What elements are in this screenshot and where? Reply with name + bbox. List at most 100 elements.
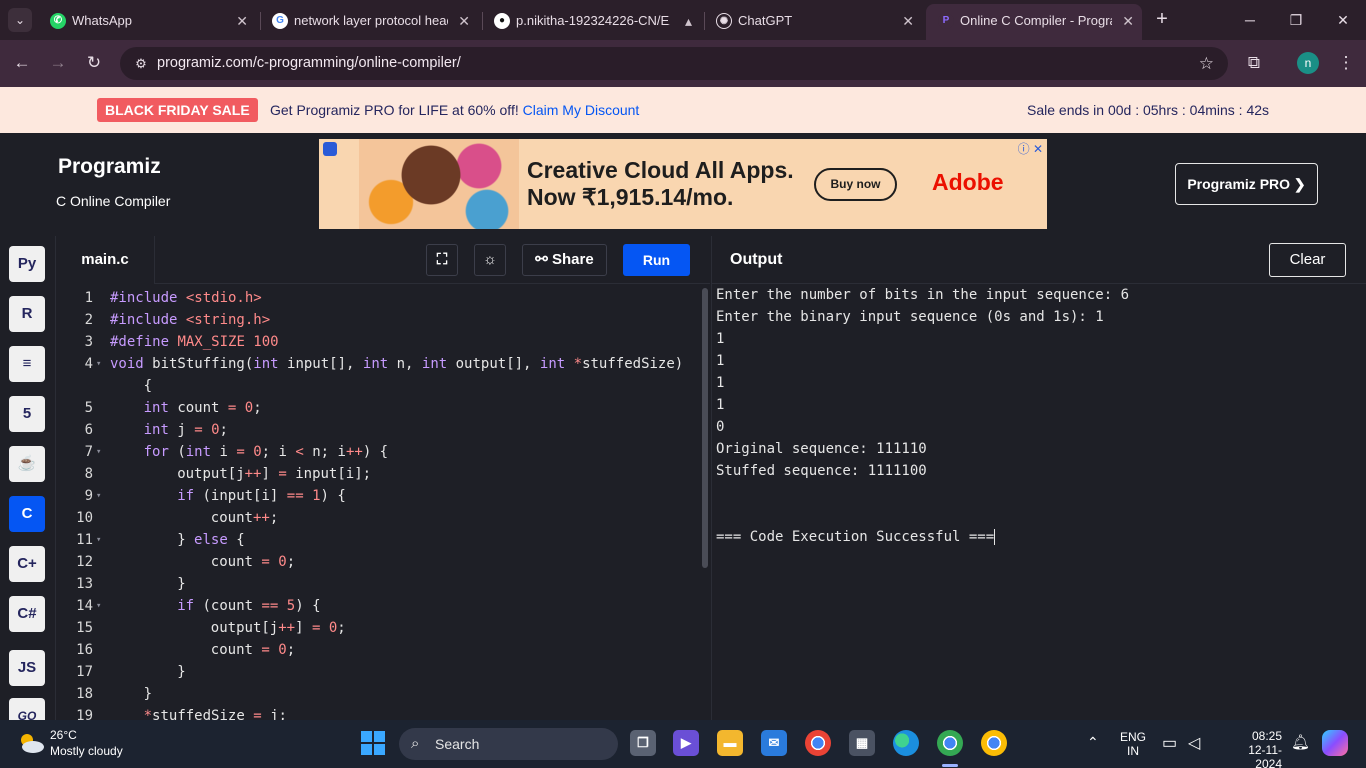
sql-icon[interactable]: ≡ — [9, 346, 45, 382]
taskbar-search[interactable]: ⌕ Search — [399, 728, 618, 760]
address-bar[interactable]: ⚙ programiz.com/c-programming/online-com… — [120, 47, 1228, 80]
pin-tab-icon[interactable]: ▴ — [685, 6, 692, 36]
mail-icon[interactable]: ✉ — [761, 730, 787, 756]
close-tab-icon[interactable]: ✕ — [236, 6, 248, 36]
code-editor-panel: main.c ⛶ ☼ ⚯ Share Run 1 #include <stdio.… — [56, 236, 710, 720]
page-title: C Online Compiler — [56, 193, 171, 209]
site-info-icon[interactable]: ⚙ — [132, 55, 150, 73]
programiz-logo[interactable]: Programiz — [58, 155, 161, 179]
editor-toolbar: main.c ⛶ ☼ ⚯ Share Run — [56, 236, 710, 284]
windows-start-icon[interactable] — [360, 730, 386, 756]
site-header: Programiz C Online Compiler Creative Clo… — [0, 133, 1366, 236]
ad-image — [359, 139, 519, 229]
line-number: 5 — [84, 400, 93, 416]
clear-button[interactable]: Clear — [1269, 243, 1346, 277]
c-icon[interactable]: C — [9, 496, 45, 532]
close-tab-icon[interactable]: ✕ — [458, 6, 470, 36]
line-number: 19 — [76, 708, 93, 720]
share-button[interactable]: ⚯ Share — [522, 244, 607, 276]
extensions-icon[interactable]: ⧉ — [1242, 51, 1266, 75]
forward-icon[interactable]: → — [46, 51, 70, 75]
back-icon[interactable]: ← — [10, 51, 34, 75]
chrome-icon[interactable] — [805, 730, 831, 756]
tab-search-button[interactable]: ⌄ — [8, 8, 32, 32]
text-cursor — [994, 529, 996, 545]
fullscreen-icon[interactable]: ⛶ — [426, 244, 458, 276]
weather-temperature[interactable]: 26°C — [50, 728, 77, 742]
code-text: for (int i = 0; i < n; i++) { — [143, 444, 389, 460]
task-view-icon[interactable]: ❐ — [630, 730, 656, 756]
line-number: 12 — [76, 554, 93, 570]
csharp-icon[interactable]: C# — [9, 596, 45, 632]
reload-icon[interactable]: ↻ — [82, 51, 106, 75]
javascript-icon[interactable]: JS — [9, 650, 45, 686]
tab-programiz[interactable]: P Online C Compiler - Programiz ✕ — [926, 4, 1142, 40]
line-number: 16 — [76, 642, 93, 658]
weather-description[interactable]: Mostly cloudy — [50, 744, 123, 758]
java-icon[interactable]: ☕ — [9, 446, 45, 482]
close-tab-icon[interactable]: ✕ — [1122, 4, 1134, 38]
line-number: 10 — [76, 510, 93, 526]
code-area[interactable]: 1 #include <stdio.h> 2 #include <string.h> 3… — [56, 284, 710, 720]
promo-banner: BLACK FRIDAY SALE Get Programiz PRO for … — [0, 87, 1366, 133]
line-number: 18 — [76, 686, 93, 702]
tab-whatsapp[interactable]: ✆ WhatsApp ✕ — [38, 6, 256, 36]
file-explorer-icon[interactable]: ▬ — [717, 730, 743, 756]
output-line: 1 — [716, 397, 725, 413]
new-tab-button[interactable]: + — [1150, 8, 1174, 32]
programiz-icon: P — [938, 13, 954, 29]
network-icon[interactable]: ▭ — [1162, 733, 1177, 753]
restore-button[interactable]: ❐ — [1273, 6, 1319, 34]
programiz-pro-button[interactable]: Programiz PRO ❯ — [1175, 163, 1318, 205]
file-tab-main-c[interactable]: main.c — [56, 236, 155, 284]
volume-icon[interactable]: ◁ — [1188, 733, 1200, 753]
teams-icon[interactable]: ▶ — [673, 730, 699, 756]
fold-arrow-icon[interactable]: ▾ — [96, 485, 101, 507]
bookmark-star-icon[interactable]: ☆ — [1199, 47, 1214, 80]
output-console[interactable]: Enter the number of bits in the input se… — [716, 284, 1129, 548]
code-text: } else { — [177, 532, 245, 548]
code-text: output[j++] = 0; — [210, 620, 346, 636]
windows-taskbar: 26°C Mostly cloudy ⌕ Search ❐ ▶ ▬ ✉ ▦ ⌃ … — [0, 720, 1366, 768]
fold-arrow-icon[interactable]: ▾ — [96, 441, 101, 463]
code-text: #define MAX_SIZE 100 — [110, 334, 279, 350]
python-icon[interactable]: Py — [9, 246, 45, 282]
theme-toggle-icon[interactable]: ☼ — [474, 244, 506, 276]
run-button[interactable]: Run — [623, 244, 690, 276]
r-icon[interactable]: R — [9, 296, 45, 332]
tab-network-layer[interactable]: G network layer protocol header ✕ — [260, 6, 478, 36]
html-icon[interactable]: 5 — [9, 396, 45, 432]
copilot-icon[interactable] — [1322, 730, 1348, 756]
edge-icon[interactable] — [893, 730, 919, 756]
language-indicator[interactable]: ENG IN — [1120, 730, 1146, 758]
ad-buy-now-button[interactable]: Buy now — [814, 168, 897, 201]
clock[interactable]: 08:25 12-11-2024 — [1222, 729, 1282, 768]
close-window-button[interactable]: ✕ — [1320, 6, 1366, 34]
fold-arrow-icon[interactable]: ▾ — [96, 353, 101, 375]
whatsapp-icon: ✆ — [50, 13, 66, 29]
claim-discount-link[interactable]: Claim My Discount — [523, 102, 640, 118]
cpp-icon[interactable]: C+ — [9, 546, 45, 582]
editor-scrollbar[interactable] — [702, 288, 708, 568]
search-icon: ⌕ — [411, 735, 420, 752]
microsoft-store-icon[interactable]: ▦ — [849, 730, 875, 756]
show-hidden-icons[interactable]: ⌃ — [1087, 734, 1099, 751]
tab-github[interactable]: ● p.nikitha-192324226-CN/EXP ▴ — [482, 6, 700, 36]
fold-arrow-icon[interactable]: ▾ — [96, 529, 101, 551]
notification-bell-icon[interactable]: 🔔︎ — [1291, 733, 1310, 751]
line-number: 2 — [84, 312, 93, 328]
fold-arrow-icon[interactable]: ▾ — [96, 595, 101, 617]
profile-avatar[interactable]: n — [1297, 52, 1319, 74]
weather-cloud-icon[interactable] — [16, 728, 46, 758]
chrome-second-icon[interactable] — [981, 730, 1007, 756]
advertisement[interactable]: Creative Cloud All Apps. Now ₹1,915.14/m… — [319, 139, 1047, 229]
close-tab-icon[interactable]: ✕ — [902, 6, 914, 36]
code-text: count = 0; — [210, 642, 296, 658]
browser-menu-icon[interactable]: ⋮ — [1334, 51, 1358, 75]
url-text[interactable]: programiz.com/c-programming/online-compi… — [157, 47, 461, 80]
tab-chatgpt[interactable]: ✺ ChatGPT ✕ — [704, 6, 922, 36]
minimize-button[interactable]: ─ — [1227, 6, 1273, 34]
chrome-profile-icon[interactable] — [937, 730, 963, 756]
ad-close-icon[interactable]: ⓘ ✕ — [1018, 140, 1043, 157]
